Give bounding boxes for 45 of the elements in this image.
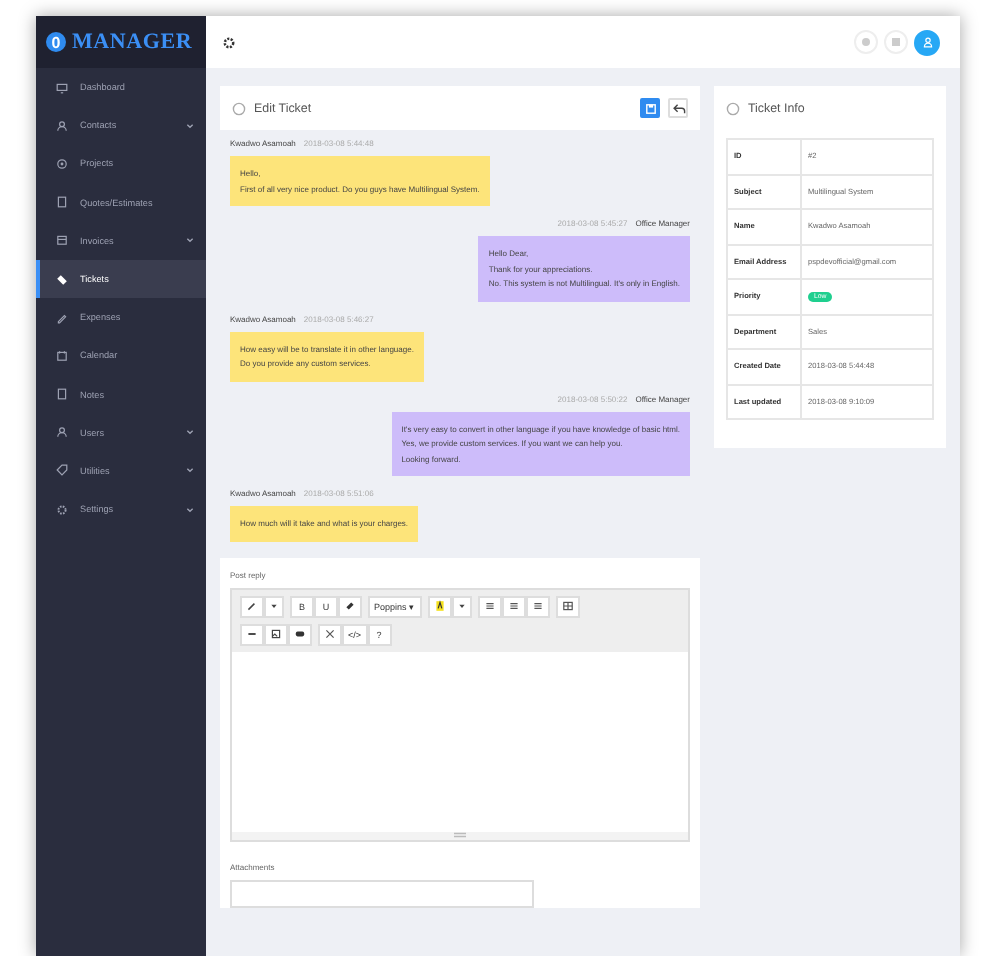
square-icon: [890, 36, 902, 48]
resize-handle-icon[interactable]: [452, 831, 468, 837]
expand-icon: [324, 628, 336, 640]
logo-icon: 0: [46, 32, 66, 52]
toolbar-button[interactable]: [555, 595, 580, 617]
list-icon: [483, 600, 496, 612]
dot-icon: [860, 36, 872, 48]
toolbar-button[interactable]: [525, 595, 550, 617]
picture-icon: [270, 628, 282, 640]
user-avatar[interactable]: [914, 29, 940, 55]
doc-icon: [56, 388, 68, 401]
toolbar-button[interactable]: [264, 623, 288, 645]
ticket-icon: [56, 273, 68, 286]
table-icon: [561, 600, 574, 612]
user-icon: [56, 119, 68, 132]
circle-icon: [232, 101, 246, 115]
box-icon: [56, 234, 68, 247]
file-input[interactable]: [230, 879, 534, 907]
gear-icon: [56, 503, 68, 516]
toolbar-button[interactable]: [288, 623, 312, 645]
toolbar-button[interactable]: [240, 623, 264, 645]
toolbar-button[interactable]: [318, 623, 342, 645]
user-icon: [56, 426, 68, 439]
toolbar-button[interactable]: [338, 595, 362, 617]
target-icon: [56, 157, 68, 170]
circle-icon: [726, 101, 740, 115]
save-icon: [643, 101, 657, 115]
calendar-icon: [56, 349, 68, 362]
pen-icon: [56, 311, 68, 324]
logo-text: MANAGER: [72, 30, 193, 54]
save-button[interactable]: [640, 98, 660, 118]
list-icon: [531, 600, 544, 612]
toolbar-button[interactable]: [501, 595, 526, 617]
monitor-icon: [56, 81, 68, 94]
back-button[interactable]: [668, 98, 688, 118]
reply-arrow-icon: [671, 101, 685, 115]
settings-icon[interactable]: [222, 35, 236, 49]
tag-icon: [56, 464, 68, 477]
toolbar-button[interactable]: [477, 595, 502, 617]
caret-icon: [270, 602, 278, 610]
eraser-icon: [344, 600, 356, 612]
user-icon: [921, 36, 933, 48]
highlighter-icon: [433, 600, 446, 612]
doc-icon: [56, 196, 68, 209]
list-icon: [507, 600, 520, 612]
